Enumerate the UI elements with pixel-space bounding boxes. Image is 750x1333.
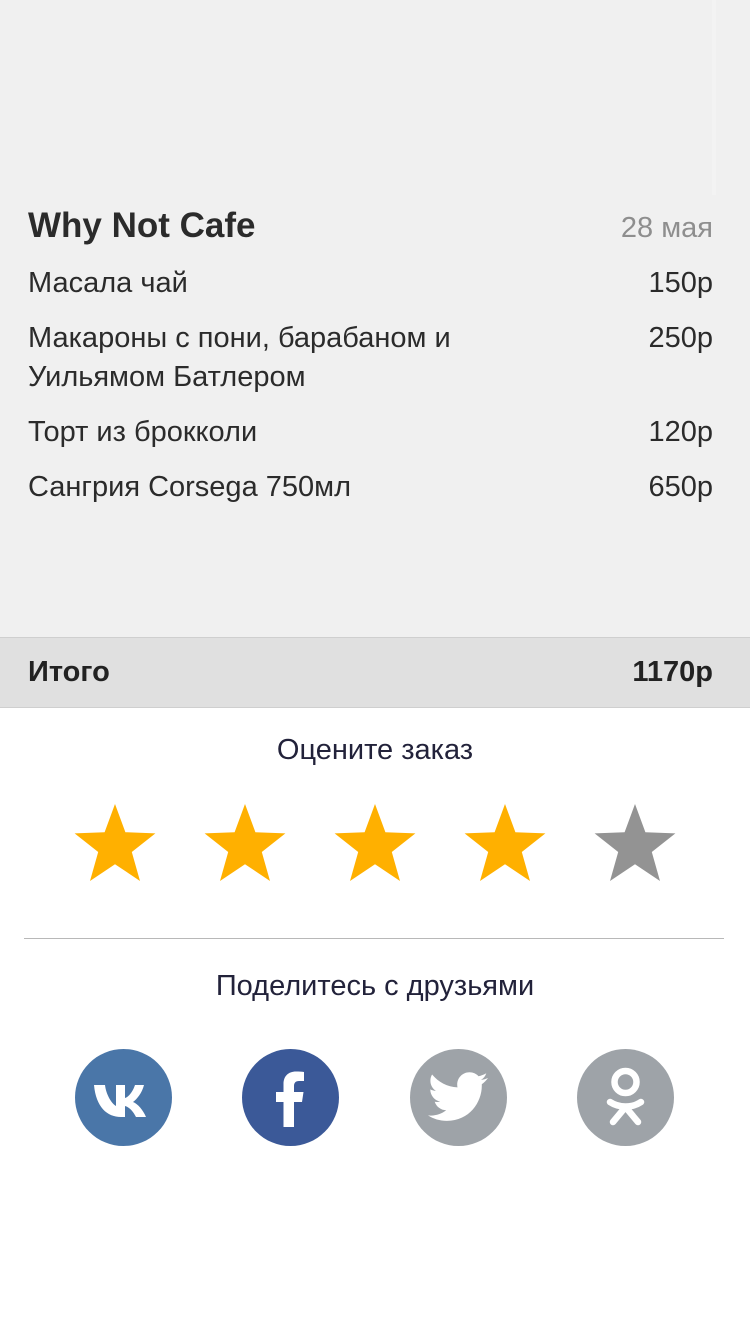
list-item: Торт из брокколи 120р bbox=[28, 413, 713, 452]
item-name: Масала чай bbox=[28, 267, 188, 299]
item-name: Торт из брокколи bbox=[28, 416, 258, 448]
vk-icon bbox=[94, 1085, 146, 1117]
star-1-icon[interactable] bbox=[70, 800, 160, 890]
list-item: Масала чай 150р bbox=[28, 264, 713, 303]
item-price: 650р bbox=[648, 471, 713, 503]
facebook-icon bbox=[276, 1071, 304, 1127]
item-name: Макароны с пони, барабаном и Уильямом Ба… bbox=[28, 322, 451, 393]
star-5-icon[interactable] bbox=[590, 800, 680, 890]
receipt-header: Why Not Cafe 28 мая bbox=[28, 206, 713, 246]
scroll-indicator bbox=[712, 0, 716, 195]
rating-title: Оцените заказ bbox=[276, 734, 474, 766]
odnoklassniki-icon bbox=[606, 1067, 645, 1126]
divider bbox=[24, 938, 724, 939]
star-3-icon[interactable] bbox=[330, 800, 420, 890]
receipt-panel: Why Not Cafe 28 мая Масала чай 150р Мака… bbox=[0, 0, 750, 637]
total-label: Итого bbox=[28, 656, 110, 688]
total-bar: Итого 1170р bbox=[0, 637, 750, 708]
item-price: 250р bbox=[648, 322, 713, 354]
list-item: Сангрия Corsega 750мл 650р bbox=[28, 468, 713, 507]
item-price: 120р bbox=[648, 416, 713, 448]
twitter-icon bbox=[428, 1072, 488, 1121]
twitter-share-button[interactable] bbox=[410, 1049, 507, 1146]
cafe-name: Why Not Cafe bbox=[28, 206, 256, 245]
item-price: 150р bbox=[648, 267, 713, 299]
order-items-list: Масала чай 150р Макароны с пони, барабан… bbox=[28, 264, 713, 523]
order-date: 28 мая bbox=[620, 212, 713, 244]
list-item: Макароны с пони, барабаном и Уильямом Ба… bbox=[28, 319, 713, 397]
share-title: Поделитесь с друзьями bbox=[215, 970, 535, 1002]
star-2-icon[interactable] bbox=[200, 800, 290, 890]
odnoklassniki-share-button[interactable] bbox=[577, 1049, 674, 1146]
vk-share-button[interactable] bbox=[75, 1049, 172, 1146]
item-name: Сангрия Corsega 750мл bbox=[28, 471, 351, 503]
facebook-share-button[interactable] bbox=[242, 1049, 339, 1146]
star-4-icon[interactable] bbox=[460, 800, 550, 890]
star-rating bbox=[0, 800, 750, 890]
total-value: 1170р bbox=[632, 656, 713, 688]
